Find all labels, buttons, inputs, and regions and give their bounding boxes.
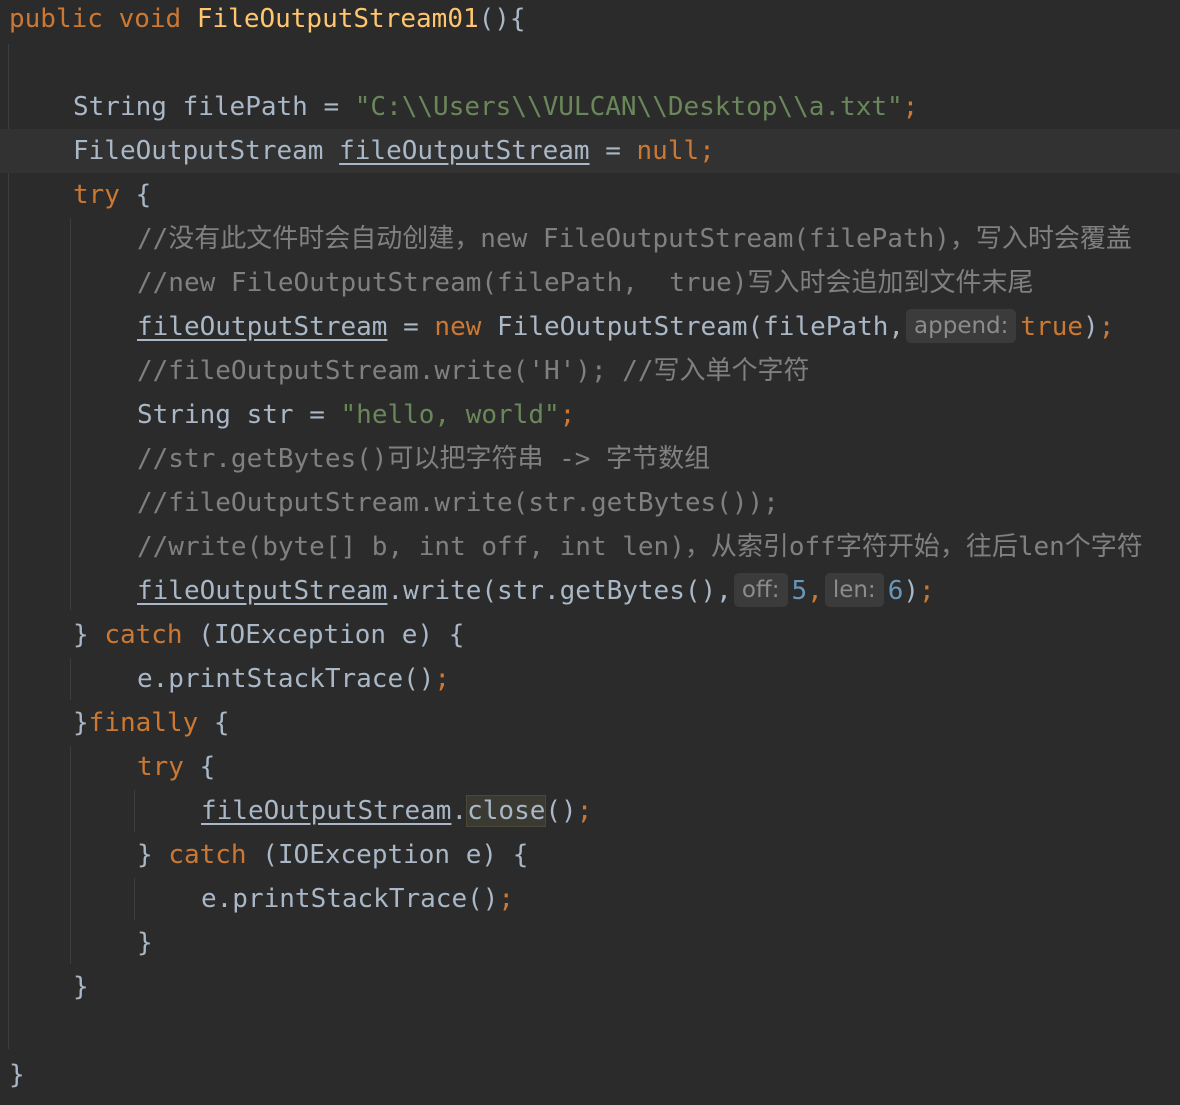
constructor-call[interactable]: FileOutputStream(filePath, bbox=[481, 312, 904, 342]
semicolon: ; bbox=[498, 884, 515, 914]
code-line-8[interactable]: fileOutputStream = new FileOutputStream(… bbox=[0, 305, 1180, 349]
method-close-brace: } bbox=[9, 1060, 25, 1090]
close-paren: ) bbox=[903, 576, 919, 606]
code-line-9[interactable]: //fileOutputStream.write('H'); //写入单个字符 bbox=[0, 349, 1180, 393]
comment-write-bytes: //fileOutputStream.write(str.getBytes())… bbox=[137, 488, 779, 518]
true-literal: true bbox=[1020, 312, 1084, 342]
number-literal-5: 5 bbox=[791, 576, 808, 606]
code-line-17[interactable]: }finally { bbox=[0, 701, 1180, 745]
code-line-4-current[interactable]: FileOutputStream fileOutputStream = null… bbox=[0, 129, 1180, 173]
open-brace: { bbox=[198, 708, 230, 738]
code-editor[interactable]: public void FileOutputStream01(){ String… bbox=[0, 0, 1180, 1105]
print-stack-trace-call[interactable]: e.printStackTrace() bbox=[201, 884, 498, 914]
call-parens: () bbox=[545, 796, 577, 826]
parameter-hint-append: append: bbox=[906, 309, 1017, 343]
number-literal-6: 6 bbox=[887, 576, 904, 606]
close-brace: } bbox=[73, 972, 89, 1002]
code-line-15[interactable]: } catch (IOException e) { bbox=[0, 613, 1180, 657]
code-line-11[interactable]: //str.getBytes()可以把字符串 -> 字节数组 bbox=[0, 437, 1180, 481]
semicolon: ; bbox=[434, 664, 451, 694]
variable-fileoutputstream[interactable]: fileOutputStream bbox=[137, 576, 387, 606]
null-literal: null bbox=[636, 136, 700, 166]
close-brace: } bbox=[73, 708, 89, 738]
assign-operator: = bbox=[307, 92, 355, 122]
parameter-hint-off: off: bbox=[733, 573, 788, 607]
semicolon: ; bbox=[559, 400, 576, 430]
code-line-18[interactable]: try { bbox=[0, 745, 1180, 789]
type-string[interactable]: String bbox=[73, 92, 167, 122]
keyword-catch: catch bbox=[168, 840, 247, 870]
assign-operator: = bbox=[293, 400, 341, 430]
print-stack-trace-call[interactable]: e.printStackTrace() bbox=[137, 664, 434, 694]
method-signature-open: (){ bbox=[478, 4, 526, 34]
code-line-25[interactable]: } bbox=[0, 1053, 1180, 1097]
keyword-try: try bbox=[137, 752, 184, 782]
semicolon: ; bbox=[902, 92, 919, 122]
code-line-22[interactable]: } bbox=[0, 921, 1180, 965]
assign-operator: = bbox=[387, 312, 435, 342]
semicolon: ; bbox=[576, 796, 593, 826]
return-type-void: void bbox=[118, 4, 182, 34]
parameter-hint-len: len: bbox=[824, 573, 884, 607]
comment-write-offset: //write(byte[] b, int off, int len)，从索引o… bbox=[137, 532, 1143, 562]
keyword-new: new bbox=[434, 312, 482, 342]
type-string[interactable]: String bbox=[137, 400, 231, 430]
string-literal-path: "C:\\Users\\VULCAN\\Desktop\\a.txt" bbox=[354, 92, 903, 122]
open-brace: { bbox=[183, 752, 216, 782]
close-brace: } bbox=[137, 928, 153, 958]
comment-getbytes: //str.getBytes()可以把字符串 -> 字节数组 bbox=[137, 444, 711, 474]
close-brace: } bbox=[137, 840, 169, 870]
keyword-catch: catch bbox=[104, 620, 183, 650]
variable-fileoutputstream[interactable]: fileOutputStream bbox=[137, 312, 387, 342]
variable-fileoutputstream[interactable]: fileOutputStream bbox=[339, 136, 589, 166]
method-close-highlighted[interactable]: close bbox=[466, 795, 547, 827]
code-line-3[interactable]: String filePath = "C:\\Users\\VULCAN\\De… bbox=[0, 85, 1180, 129]
code-line-7[interactable]: //new FileOutputStream(filePath, true)写入… bbox=[0, 261, 1180, 305]
code-line-14[interactable]: fileOutputStream.write(str.getBytes(), of… bbox=[0, 569, 1180, 613]
code-line-23[interactable]: } bbox=[0, 965, 1180, 1009]
modifier-public: public bbox=[9, 4, 103, 34]
code-line-16[interactable]: e.printStackTrace(); bbox=[0, 657, 1180, 701]
code-line-20[interactable]: } catch (IOException e) { bbox=[0, 833, 1180, 877]
comment-write-char: //fileOutputStream.write('H'); //写入单个字符 bbox=[137, 356, 810, 386]
code-line-13[interactable]: //write(byte[] b, int off, int len)，从索引o… bbox=[0, 525, 1180, 569]
dot-operator: . bbox=[451, 796, 468, 826]
assign-operator: = bbox=[589, 136, 637, 166]
keyword-finally: finally bbox=[88, 708, 199, 738]
code-line-1[interactable]: public void FileOutputStream01(){ bbox=[0, 0, 1180, 41]
code-line-21[interactable]: e.printStackTrace(); bbox=[0, 877, 1180, 921]
semicolon: ; bbox=[1098, 312, 1115, 342]
code-line-19[interactable]: fileOutputStream.close(); bbox=[0, 789, 1180, 833]
keyword-try: try bbox=[73, 180, 120, 210]
comment-append-mode: //new FileOutputStream(filePath, true)写入… bbox=[137, 268, 1034, 298]
close-brace: } bbox=[73, 620, 105, 650]
close-paren: ) bbox=[1083, 312, 1099, 342]
semicolon: ; bbox=[699, 136, 715, 166]
catch-clause[interactable]: (IOException e) { bbox=[183, 620, 464, 650]
catch-clause[interactable]: (IOException e) { bbox=[247, 840, 528, 870]
variable-fileoutputstream[interactable]: fileOutputStream bbox=[201, 796, 451, 826]
comma: , bbox=[807, 576, 823, 606]
method-name[interactable]: FileOutputStream01 bbox=[197, 4, 479, 34]
code-line-12[interactable]: //fileOutputStream.write(str.getBytes())… bbox=[0, 481, 1180, 525]
code-line-10[interactable]: String str = "hello, world"; bbox=[0, 393, 1180, 437]
string-literal-hello: "hello, world" bbox=[340, 400, 560, 430]
type-fileoutputstream[interactable]: FileOutputStream bbox=[73, 136, 323, 166]
semicolon: ; bbox=[919, 576, 935, 606]
comment-auto-create: //没有此文件时会自动创建，new FileOutputStream(fileP… bbox=[137, 224, 1132, 254]
variable-filepath[interactable]: filePath bbox=[183, 92, 308, 122]
variable-str[interactable]: str bbox=[231, 400, 294, 430]
write-call[interactable]: .write(str.getBytes(), bbox=[387, 576, 731, 606]
code-line-6[interactable]: //没有此文件时会自动创建，new FileOutputStream(fileP… bbox=[0, 217, 1180, 261]
code-line-5[interactable]: try { bbox=[0, 173, 1180, 217]
open-brace: { bbox=[119, 180, 152, 210]
